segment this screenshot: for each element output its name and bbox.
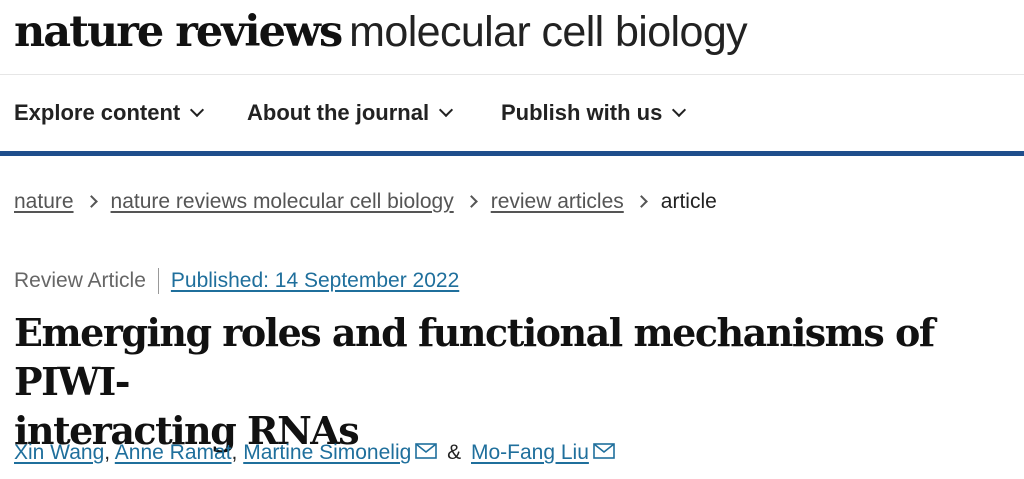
breadcrumb: nature nature reviews molecular cell biol…	[14, 186, 717, 218]
mail-icon[interactable]	[593, 443, 615, 459]
breadcrumb-current: article	[660, 190, 717, 213]
chevron-right-icon	[464, 195, 478, 208]
logo-journal-name: molecular cell biology	[349, 8, 748, 56]
meta-divider	[157, 268, 159, 295]
mail-icon[interactable]	[415, 443, 438, 459]
chevron-right-icon	[634, 195, 648, 208]
logo-brand: nature reviews	[14, 7, 343, 57]
author-link[interactable]: Anne Ramat	[115, 441, 232, 464]
chevron-down-icon	[190, 102, 205, 118]
breadcrumb-link-review-articles[interactable]: review articles	[491, 190, 624, 213]
nav-explore-content-label: Explore content	[14, 100, 181, 125]
nav-explore-content[interactable]: Explore content	[14, 97, 205, 129]
chevron-down-icon	[439, 102, 454, 118]
journal-logo[interactable]: nature reviews molecular cell biology	[14, 6, 748, 58]
breadcrumb-link-nature[interactable]: nature	[14, 190, 74, 213]
published-date-link[interactable]: Published: 14 September 2022	[171, 269, 459, 292]
article-meta: Review Article Published: 14 September 20…	[14, 265, 459, 297]
author-link[interactable]: Xin Wang	[14, 441, 104, 464]
article-title: Emerging roles and functional mechanisms…	[14, 308, 1024, 455]
article-type: Review Article	[14, 269, 146, 292]
breadcrumb-link-journal[interactable]: nature reviews molecular cell biology	[111, 190, 454, 213]
main-nav: Explore content About the journal Publis…	[0, 75, 1024, 156]
chevron-down-icon	[672, 102, 687, 118]
author-joiner: &	[447, 441, 462, 464]
article-title-line1: Emerging roles and functional mechanisms…	[14, 310, 935, 404]
author-link[interactable]: Martine Simonelig	[243, 441, 411, 464]
nav-publish-with-us-label: Publish with us	[501, 100, 663, 125]
nav-about-journal[interactable]: About the journal	[247, 97, 454, 129]
author-link[interactable]: Mo-Fang Liu	[471, 441, 589, 464]
author-separator: ,	[104, 441, 111, 464]
chevron-right-icon	[84, 195, 98, 208]
site-header: nature reviews molecular cell biology	[0, 0, 1024, 75]
author-list: Xin Wang, Anne Ramat, Martine Simonelig …	[14, 437, 615, 469]
author-separator: ,	[231, 441, 238, 464]
nav-about-journal-label: About the journal	[247, 100, 430, 125]
nav-publish-with-us[interactable]: Publish with us	[501, 97, 687, 129]
